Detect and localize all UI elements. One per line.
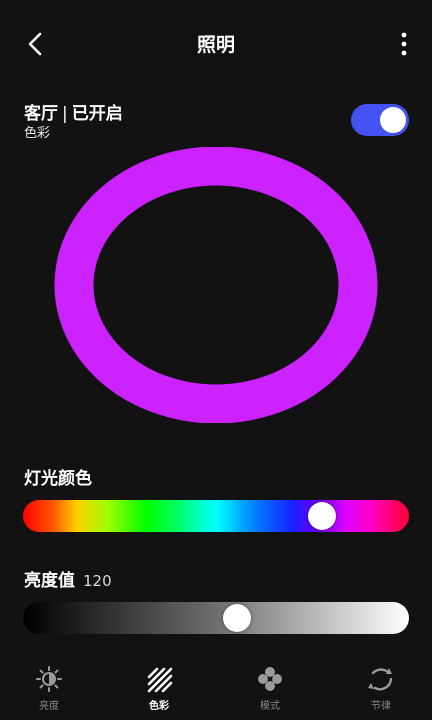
tab-label: 模式 [260,701,280,712]
tab-label: 亮度 [39,701,59,712]
mode-icon [258,667,282,691]
color-ring-graphic [54,146,378,424]
toggle-knob [380,107,406,133]
room-name: 客厅 [24,104,58,124]
brightness-label-row: 亮度值 120 [24,566,112,591]
room-separator: | [62,104,68,124]
light-color-label: 灯光颜色 [24,469,92,489]
more-vertical-icon[interactable] [398,30,410,58]
rhythm-icon [368,668,393,691]
brightness-slider[interactable] [23,602,409,634]
power-toggle[interactable] [351,104,409,136]
brightness-slider-thumb[interactable] [223,604,252,632]
brightness-label: 亮度值 [24,571,75,591]
page-title: 照明 [196,34,235,56]
brightness-value: 120 [83,572,112,590]
brightness-icon [36,666,62,692]
color-ring[interactable] [54,146,378,424]
hue-slider-thumb[interactable] [308,502,337,530]
tab-label: 色彩 [149,701,169,712]
mode-label: 色彩 [24,126,51,141]
top-bar: 照明 [0,0,432,88]
tab-brightness[interactable]: 亮度 [19,664,79,712]
color-stripes-icon [147,667,173,693]
tab-mode[interactable]: 模式 [240,664,300,712]
tab-color[interactable]: 色彩 [129,664,189,712]
tab-rhythm[interactable]: 节律 [351,664,411,712]
hue-slider[interactable] [23,500,409,532]
tab-label: 节律 [371,701,391,712]
power-status: 已开启 [71,104,123,124]
bottom-tab-bar: 亮度 色彩 模式 节律 [0,660,432,720]
room-status: 客厅 | 已开启 [24,99,123,124]
